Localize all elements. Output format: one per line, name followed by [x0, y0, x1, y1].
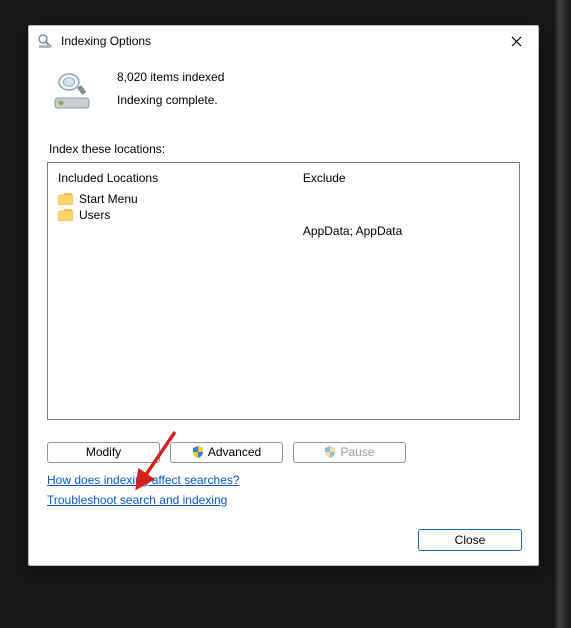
desktop-backdrop: Indexing Options 8,020 items indexe — [0, 0, 571, 628]
pause-button: Pause — [293, 442, 406, 463]
modify-button[interactable]: Modify — [47, 442, 160, 463]
button-label: Close — [455, 533, 486, 547]
magnifier-drive-icon — [51, 70, 95, 110]
exclude-value — [303, 208, 509, 224]
locations-list: Included Locations Start Menu U — [47, 162, 520, 420]
button-row: Modify Advanced Pause — [47, 442, 520, 463]
button-label: Advanced — [208, 445, 261, 459]
folder-icon — [58, 209, 73, 221]
indexing-options-dialog: Indexing Options 8,020 items indexe — [28, 25, 539, 566]
list-item-label: Users — [79, 207, 110, 223]
uac-shield-icon — [324, 446, 336, 458]
how-affects-searches-link[interactable]: How does indexing affect searches? — [47, 473, 240, 487]
title-text: Indexing Options — [61, 34, 151, 48]
exclude-value: AppData; AppData — [303, 224, 509, 238]
included-column: Included Locations Start Menu U — [48, 163, 293, 419]
links: How does indexing affect searches? Troub… — [47, 473, 522, 507]
close-icon — [511, 36, 522, 47]
locations-label: Index these locations: — [49, 142, 522, 156]
titlebar: Indexing Options — [29, 26, 538, 56]
items-indexed-count: 8,020 items indexed — [117, 66, 224, 89]
uac-shield-icon — [192, 446, 204, 458]
button-label: Pause — [340, 445, 374, 459]
indexing-state: Indexing complete. — [117, 89, 224, 112]
status-text: 8,020 items indexed Indexing complete. — [117, 66, 224, 112]
list-item-label: Start Menu — [79, 191, 138, 207]
status-row: 8,020 items indexed Indexing complete. — [51, 66, 522, 112]
exclude-header: Exclude — [303, 171, 509, 185]
troubleshoot-link[interactable]: Troubleshoot search and indexing — [47, 493, 227, 507]
included-header: Included Locations — [58, 171, 283, 185]
close-button[interactable]: Close — [418, 529, 522, 551]
folder-icon — [58, 193, 73, 205]
button-label: Modify — [86, 445, 121, 459]
list-item[interactable]: Users — [58, 207, 283, 223]
dialog-content: 8,020 items indexed Indexing complete. I… — [29, 56, 538, 565]
window-close-button[interactable] — [494, 26, 538, 56]
advanced-button[interactable]: Advanced — [170, 442, 283, 463]
indexing-options-icon — [37, 33, 53, 49]
list-item[interactable]: Start Menu — [58, 191, 283, 207]
exclude-column: Exclude AppData; AppData — [293, 163, 519, 419]
